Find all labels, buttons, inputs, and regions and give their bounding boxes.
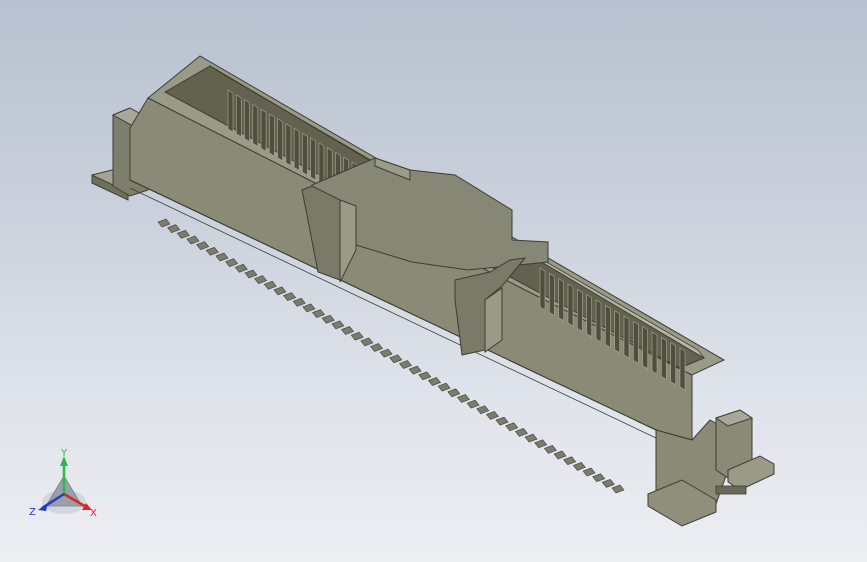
contact-slot (310, 137, 316, 181)
solder-lead (186, 235, 200, 245)
contact-slot (586, 294, 592, 338)
y-axis-label: Y (60, 448, 68, 459)
solder-lead (456, 394, 470, 403)
solder-lead (601, 478, 615, 488)
contact-slot (642, 326, 648, 370)
solder-lead (215, 252, 229, 262)
solder-lead (283, 292, 297, 301)
contact-slot (269, 113, 275, 157)
solder-lead (524, 433, 538, 443)
x-axis-label: X (90, 508, 97, 519)
solder-lead (563, 456, 577, 466)
solder-lead (205, 246, 219, 256)
contact-slot (661, 336, 667, 380)
solder-lead (321, 314, 335, 324)
solder-lead (157, 218, 171, 228)
contact-slot (670, 342, 676, 386)
solder-lead (234, 263, 248, 273)
contact-slot (633, 320, 639, 364)
solder-lead (302, 303, 316, 313)
z-axis-label: Z (29, 507, 36, 518)
solder-lead (572, 462, 586, 471)
contact-slot (227, 89, 234, 133)
contact-slot (577, 288, 583, 332)
housing-front-wall (129, 97, 693, 441)
solder-lead (341, 326, 355, 335)
contact-slot (567, 283, 574, 327)
contact-slot (318, 142, 325, 186)
center-latch-right-face (484, 287, 503, 353)
solder-lead (514, 428, 528, 437)
solder-lead (592, 473, 606, 483)
contact-slot (539, 267, 546, 311)
solder-lead (398, 360, 412, 369)
contact-slot (595, 299, 602, 343)
orientation-triad[interactable]: Y X Z (26, 448, 106, 528)
solder-lead (437, 382, 451, 392)
solder-lead (167, 224, 181, 234)
solder-lead (543, 445, 557, 454)
solder-lead (447, 388, 461, 398)
solder-lead (408, 365, 422, 375)
contact-slot (549, 272, 555, 316)
connector-model[interactable] (0, 0, 867, 562)
solder-lead (263, 280, 277, 290)
solder-lead (292, 297, 306, 307)
contact-slot (252, 103, 259, 147)
solder-lead (331, 320, 345, 330)
contact-slot (277, 118, 283, 162)
solder-lead (534, 439, 548, 449)
graphics-viewport[interactable]: Y X Z (0, 0, 867, 562)
contact-slot (605, 304, 611, 348)
contact-slot (285, 123, 292, 167)
contact-slot (293, 127, 300, 171)
solder-lead (312, 309, 326, 318)
contact-slot (651, 331, 658, 375)
solder-lead (254, 275, 268, 284)
solder-lead (370, 343, 384, 352)
solder-lead (418, 371, 432, 381)
solder-lead (244, 269, 258, 279)
contact-slot (244, 99, 250, 143)
contact-slot (302, 132, 308, 176)
contact-slot (679, 347, 686, 391)
solder-lead (379, 348, 393, 358)
contact-slot (623, 315, 630, 359)
solder-lead (225, 258, 239, 267)
solder-lead (505, 422, 519, 432)
solder-lead (466, 399, 480, 409)
solder-lead (476, 405, 490, 415)
solder-lead (273, 286, 287, 296)
solder-lead (485, 411, 499, 420)
solder-lead (427, 377, 441, 386)
solder-lead (495, 416, 509, 426)
contact-slot (235, 94, 242, 138)
solder-lead (196, 241, 210, 250)
solder-lead (611, 484, 625, 494)
solder-lead (389, 354, 403, 364)
solder-lead (176, 229, 190, 239)
solder-lead (350, 331, 364, 341)
contact-slot (558, 278, 564, 322)
solder-lead (582, 467, 596, 477)
solder-lead (553, 450, 567, 460)
contact-slot (614, 310, 620, 354)
right-clip (715, 485, 747, 495)
contact-slot (260, 108, 267, 152)
solder-lead (360, 337, 374, 347)
